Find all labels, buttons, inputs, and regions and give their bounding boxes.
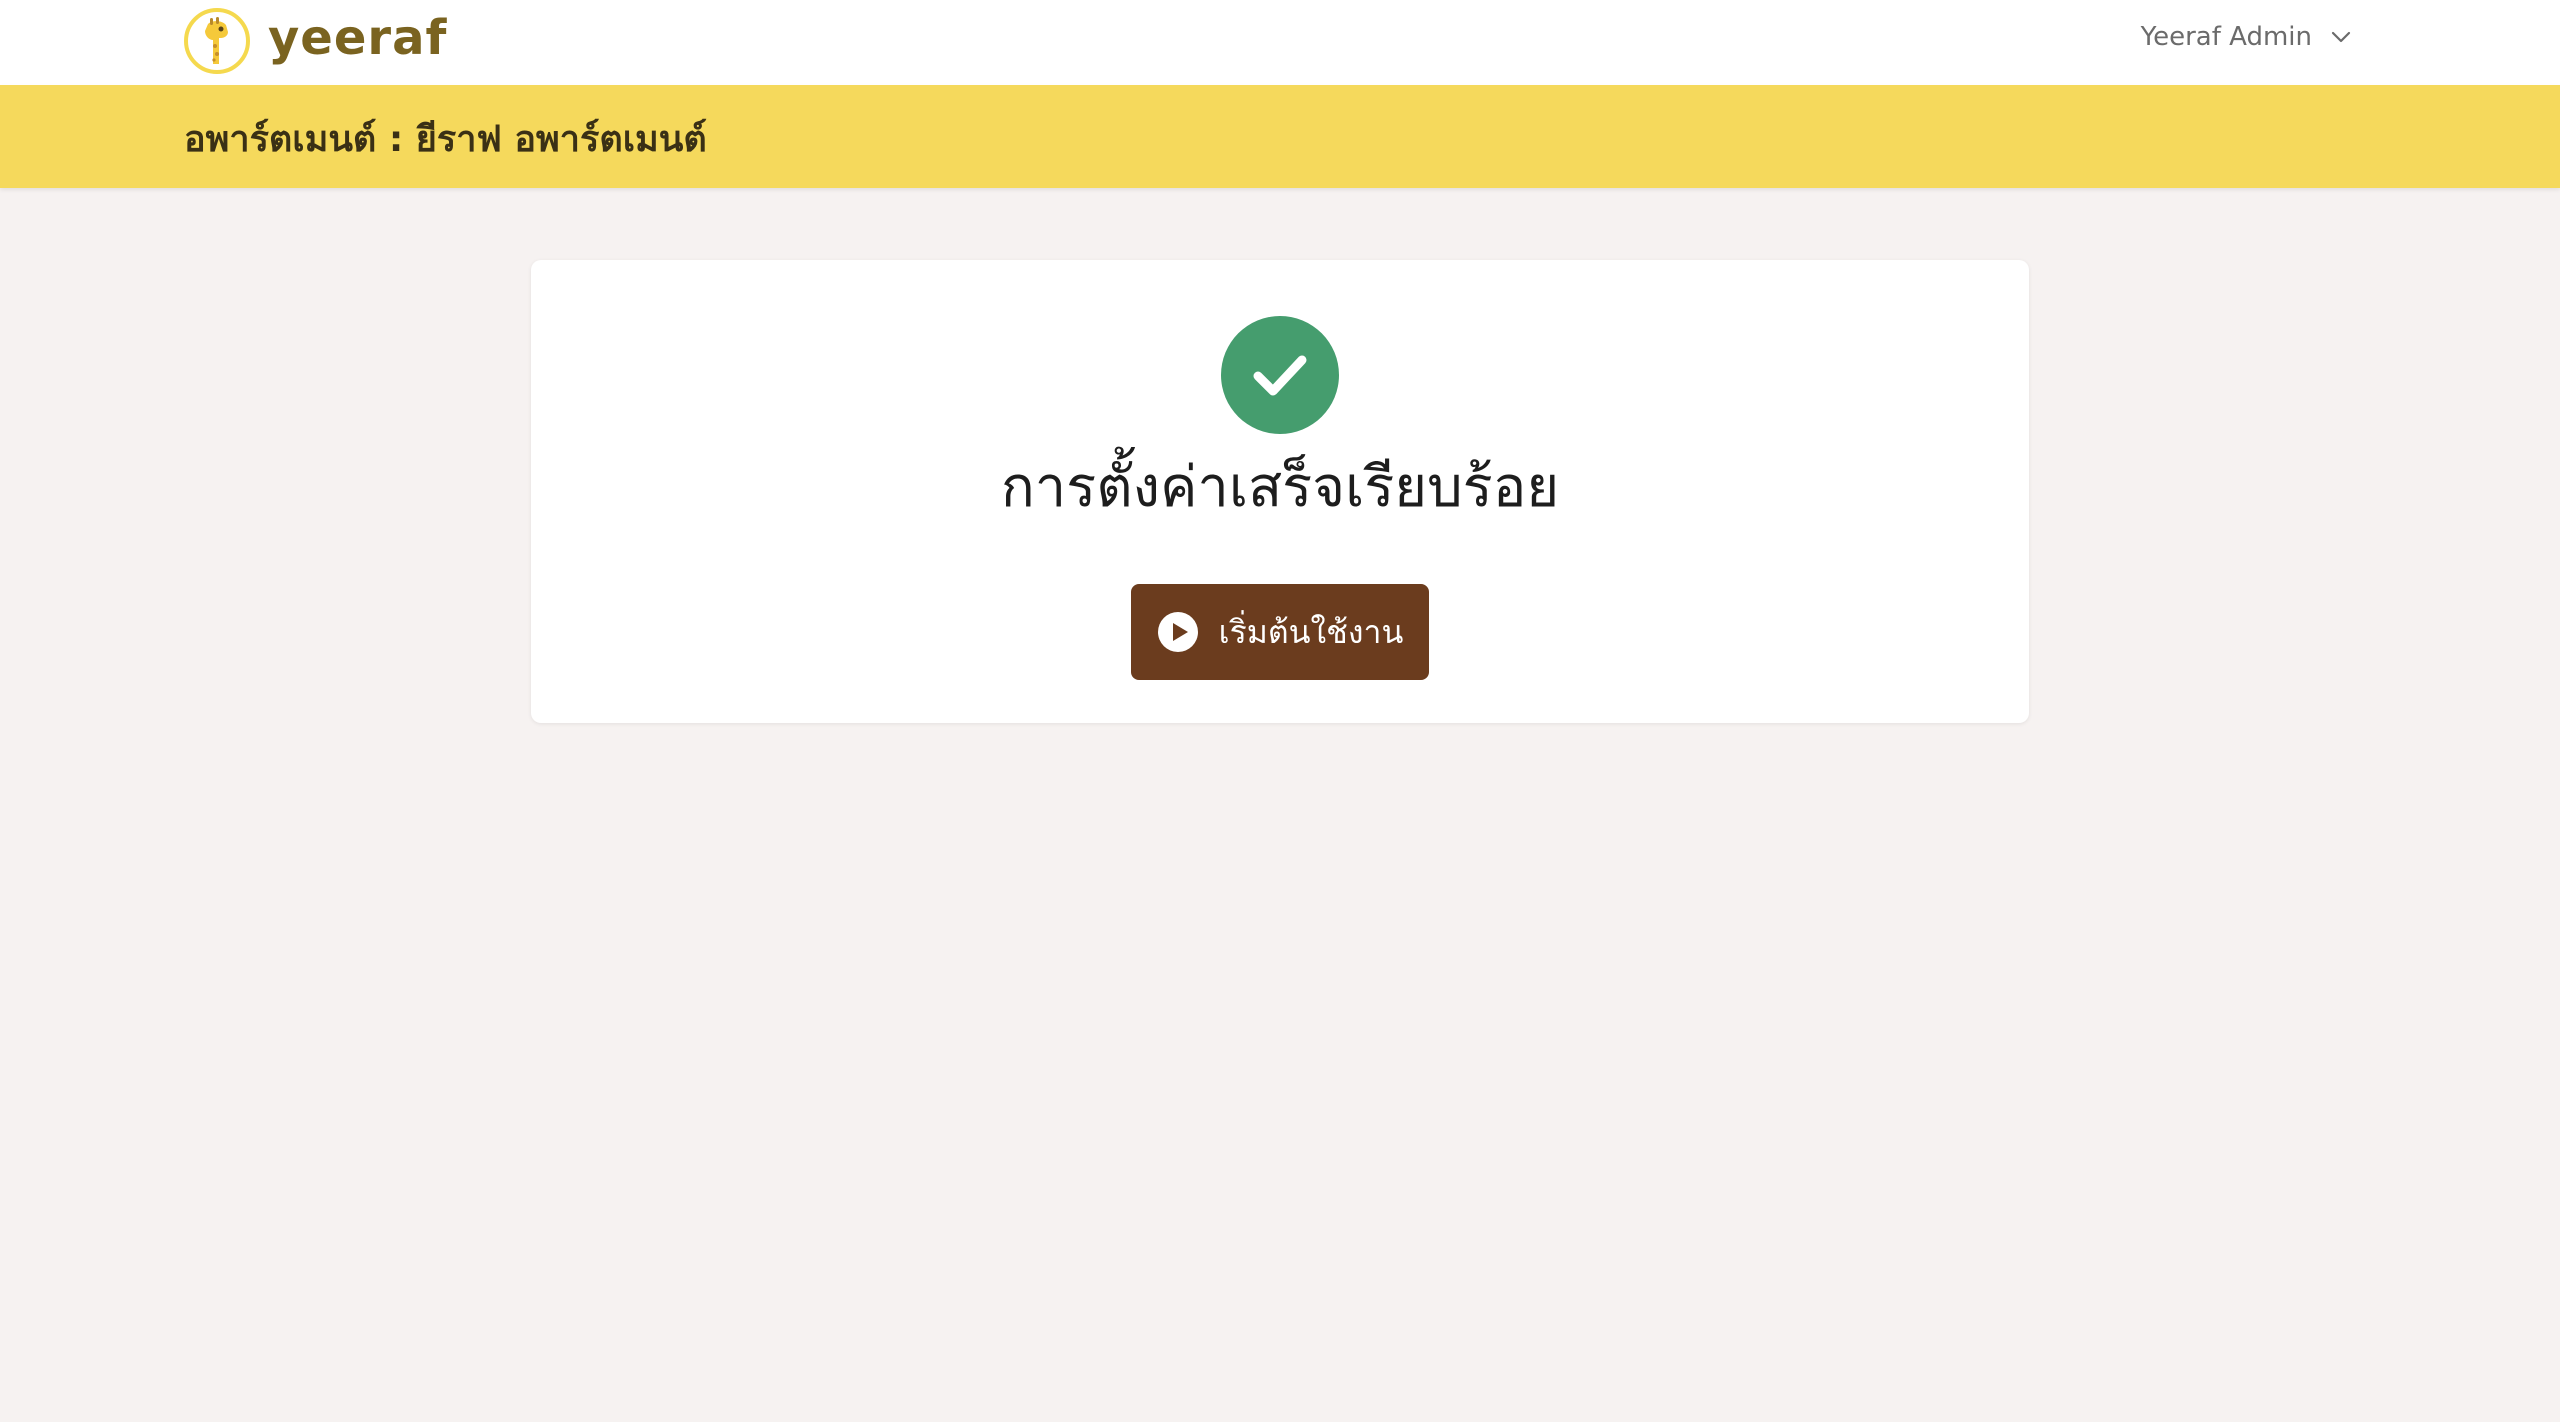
user-name: Yeeraf Admin [2140,22,2312,52]
start-using-button[interactable]: เริ่มต้นใช้งาน [1131,584,1429,680]
user-menu-dropdown[interactable]: Yeeraf Admin [2141,22,2354,52]
start-button-label: เริ่มต้นใช้งาน [1218,612,1404,651]
top-navigation-bar: yeeraf Yeeraf Admin [0,0,2560,85]
check-circle-icon [1221,316,1339,434]
giraffe-logo-icon [184,8,250,74]
setup-complete-heading: การตั้งค่าเสร็จเรียบร้อย [1000,455,1560,520]
chevron-down-icon [2331,31,2351,43]
logo-text: yeeraf [268,10,448,66]
play-circle-icon [1157,612,1198,652]
page-title: อพาร์ตเมนต์ : ยีราฟ อพาร์ตเมนต์ [184,119,707,160]
yeeraf-logo[interactable]: yeeraf [184,8,447,74]
page-title-bar: อพาร์ตเมนต์ : ยีราฟ อพาร์ตเมนต์ [0,85,2560,188]
setup-complete-card: การตั้งค่าเสร็จเรียบร้อย เริ่มต้นใช้งาน [531,260,2029,723]
